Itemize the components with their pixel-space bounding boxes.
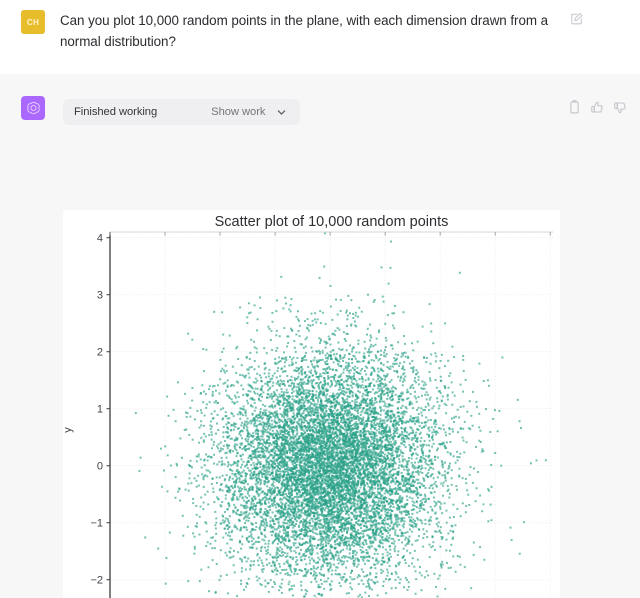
thumbs-up-icon[interactable] bbox=[590, 100, 605, 115]
copy-icon[interactable] bbox=[567, 100, 582, 115]
avatar-initials: CH bbox=[27, 18, 39, 27]
y-axis-label: y bbox=[63, 427, 74, 433]
user-message-text: Can you plot 10,000 random points in the… bbox=[60, 10, 552, 52]
scatter-points bbox=[135, 232, 547, 598]
y-axis-tick-label: 3 bbox=[97, 290, 103, 302]
assistant-message-turn: Finished working Show work bbox=[0, 74, 640, 598]
y-axis-tick-label: 0 bbox=[97, 461, 103, 473]
show-work-label[interactable]: Show work bbox=[211, 106, 265, 118]
y-axis-tick-label: 4 bbox=[97, 233, 103, 245]
chart-title: Scatter plot of 10,000 random points bbox=[215, 214, 449, 230]
avatar: CH bbox=[21, 10, 45, 34]
tool-status-pill[interactable]: Finished working Show work bbox=[63, 99, 300, 125]
message-actions bbox=[567, 100, 628, 115]
thumbs-down-icon[interactable] bbox=[613, 100, 628, 115]
openai-logo-icon bbox=[21, 96, 45, 120]
chart-card: Scatter plot of 10,000 random points 4 3 2 1… bbox=[63, 210, 560, 598]
y-axis-tick-label: 2 bbox=[97, 347, 103, 359]
y-axis-tick-label: −1 bbox=[90, 518, 103, 530]
tool-status-label: Finished working bbox=[74, 106, 157, 118]
y-axis-tick-label: 1 bbox=[97, 404, 103, 416]
chat-screen: CH Can you plot 10,000 random points in … bbox=[0, 0, 640, 598]
y-axis-tick-label: −2 bbox=[90, 575, 103, 587]
user-message-turn: CH Can you plot 10,000 random points in … bbox=[0, 0, 640, 74]
pencil-square-icon[interactable] bbox=[570, 12, 584, 26]
scatter-plot: Scatter plot of 10,000 random points 4 3 2 1… bbox=[63, 210, 560, 598]
chevron-down-icon[interactable] bbox=[276, 107, 287, 118]
